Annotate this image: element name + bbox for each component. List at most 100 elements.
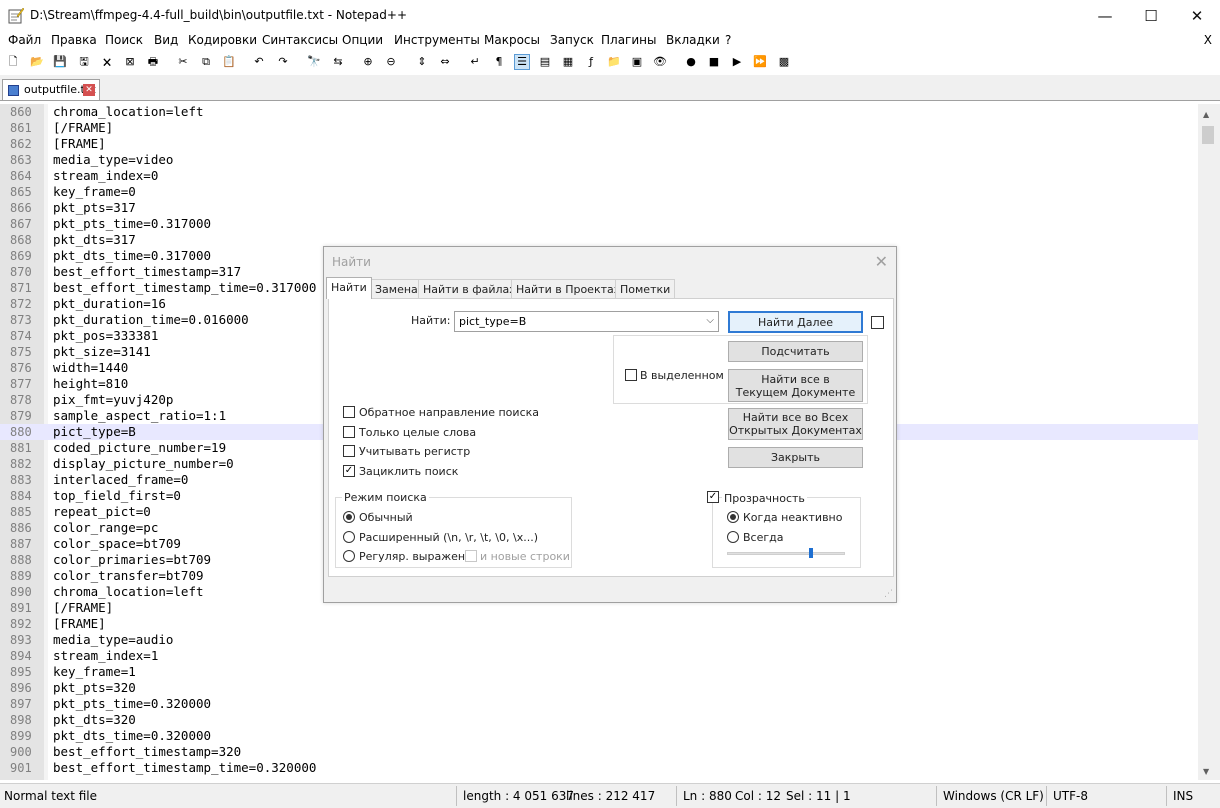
close-icon[interactable]: 🗙 — [99, 54, 115, 70]
run-multiple-macro-icon[interactable]: ⏩ — [752, 54, 768, 70]
udl-icon[interactable]: ▤ — [537, 54, 553, 70]
editor-line[interactable]: 866 pkt_pts=317 — [0, 200, 1198, 216]
editor-line[interactable]: 892 [FRAME] — [0, 616, 1198, 632]
scroll-up-icon[interactable]: ▲ — [1203, 110, 1209, 119]
editor-line[interactable]: 897 pkt_pts_time=0.320000 — [0, 696, 1198, 712]
scroll-thumb[interactable] — [1202, 126, 1214, 144]
word-wrap-icon[interactable]: ↵ — [467, 54, 483, 70]
transparency-losing-focus-radio[interactable] — [727, 511, 739, 523]
menu-settings[interactable]: Опции — [342, 33, 383, 47]
menu-run[interactable]: Запуск — [550, 33, 594, 47]
find-next-button[interactable]: Найти Далее — [728, 311, 863, 333]
menu-tools[interactable]: Инструменты — [394, 33, 480, 47]
zoom-in-icon[interactable]: ⊕ — [360, 54, 376, 70]
zoom-out-icon[interactable]: ⊖ — [383, 54, 399, 70]
dialog-close-icon[interactable]: ✕ — [875, 252, 888, 271]
folder-workspace-icon[interactable]: 📁 — [606, 54, 622, 70]
resize-grip-icon[interactable]: ⋰ — [884, 589, 893, 599]
indent-guide-icon[interactable]: ☰ — [514, 54, 530, 70]
open-file-icon[interactable]: 📂 — [29, 54, 45, 70]
menu-search[interactable]: Поиск — [105, 33, 143, 47]
tab-replace[interactable]: Замена — [370, 279, 423, 298]
editor-line[interactable]: 893 media_type=audio — [0, 632, 1198, 648]
mode-extended-radio[interactable] — [343, 531, 355, 543]
menu-window[interactable]: Вкладки — [666, 33, 720, 47]
minimize-button[interactable]: — — [1082, 0, 1128, 31]
stop-record-icon[interactable]: ■ — [706, 54, 722, 70]
tab-find-in-files[interactable]: Найти в файлах — [418, 279, 521, 298]
find-input[interactable]: pict_type=B ⌵ — [454, 311, 719, 332]
redo-icon[interactable]: ↷ — [275, 54, 291, 70]
menu-view[interactable]: Вид — [154, 33, 178, 47]
direction-checkbox[interactable] — [871, 316, 884, 329]
menu-file[interactable]: Файл — [8, 33, 41, 47]
menu-macro[interactable]: Макросы — [484, 33, 540, 47]
function-list-icon[interactable]: ƒ — [583, 54, 599, 70]
transparency-checkbox[interactable]: ✓ — [707, 491, 719, 503]
show-all-chars-icon[interactable]: ¶ — [491, 54, 507, 70]
record-macro-icon[interactable]: ● — [683, 54, 699, 70]
undo-icon[interactable]: ↶ — [251, 54, 267, 70]
transparency-always-radio[interactable] — [727, 531, 739, 543]
editor-line[interactable]: 895 key_frame=1 — [0, 664, 1198, 680]
menu-edit[interactable]: Правка — [51, 33, 97, 47]
wrap-around-checkbox[interactable]: ✓ — [343, 465, 355, 477]
transparency-slider-track[interactable] — [727, 552, 845, 555]
save-all-icon[interactable]: 🖫 — [76, 54, 92, 70]
save-macro-icon[interactable]: ▩ — [776, 54, 792, 70]
close-all-icon[interactable]: ⊠ — [122, 54, 138, 70]
tab-find[interactable]: Найти — [326, 277, 372, 299]
in-selection-checkbox[interactable] — [625, 369, 637, 381]
editor-line[interactable]: 861 [/FRAME] — [0, 120, 1198, 136]
sync-vertical-icon[interactable]: ⇕ — [414, 54, 430, 70]
count-button[interactable]: Подсчитать — [728, 341, 863, 362]
backward-checkbox[interactable] — [343, 406, 355, 418]
copy-icon[interactable]: ⧉ — [198, 54, 214, 70]
dot-newline-checkbox[interactable] — [465, 550, 477, 562]
close-document-button[interactable]: X — [1204, 33, 1212, 47]
vertical-scrollbar[interactable]: ▲ ▼ — [1198, 104, 1220, 780]
tab-outputfile[interactable]: outputfile.txt ✕ — [2, 79, 100, 100]
tab-mark[interactable]: Пометки — [615, 279, 676, 298]
menu-encoding[interactable]: Кодировки — [188, 33, 257, 47]
window-close-button[interactable]: ✕ — [1174, 0, 1220, 31]
new-file-icon[interactable]: 🗋 — [5, 54, 21, 70]
find-all-open-button[interactable]: Найти все во Всех Открытых Документах — [728, 408, 863, 440]
scroll-down-icon[interactable]: ▼ — [1203, 767, 1209, 776]
transparency-slider-thumb[interactable] — [809, 548, 813, 558]
replace-icon[interactable]: ⇆ — [330, 54, 346, 70]
find-icon[interactable]: 🔭 — [306, 54, 322, 70]
editor-line[interactable]: 898 pkt_dts=320 — [0, 712, 1198, 728]
editor-line[interactable]: 901 best_effort_timestamp_time=0.320000 — [0, 760, 1198, 776]
menu-language[interactable]: Синтаксисы — [262, 33, 338, 47]
menu-help[interactable]: ? — [725, 33, 731, 47]
editor-line[interactable]: 900 best_effort_timestamp=320 — [0, 744, 1198, 760]
paste-icon[interactable]: 📋 — [221, 54, 237, 70]
editor-line[interactable]: 864 stream_index=0 — [0, 168, 1198, 184]
find-all-current-button[interactable]: Найти все в Текущем Документе — [728, 369, 863, 402]
close-button[interactable]: Закрыть — [728, 447, 863, 468]
match-case-checkbox[interactable] — [343, 445, 355, 457]
editor-line[interactable]: 867 pkt_pts_time=0.317000 — [0, 216, 1198, 232]
document-list-icon[interactable]: ▣ — [629, 54, 645, 70]
save-icon[interactable]: 💾 — [52, 54, 68, 70]
editor-line[interactable]: 896 pkt_pts=320 — [0, 680, 1198, 696]
editor-line[interactable]: 863 media_type=video — [0, 152, 1198, 168]
editor-line[interactable]: 899 pkt_dts_time=0.320000 — [0, 728, 1198, 744]
editor-line[interactable]: 862 [FRAME] — [0, 136, 1198, 152]
editor-line[interactable]: 860 chroma_location=left — [0, 104, 1198, 120]
editor-line[interactable]: 894 stream_index=1 — [0, 648, 1198, 664]
maximize-button[interactable]: ☐ — [1128, 0, 1174, 31]
sync-horizontal-icon[interactable]: ⇔ — [437, 54, 453, 70]
tab-find-in-projects[interactable]: Найти в Проектах — [511, 279, 626, 298]
chevron-down-icon[interactable]: ⌵ — [706, 315, 714, 326]
print-icon[interactable]: 🖶 — [145, 54, 161, 70]
doc-map-icon[interactable]: ▦ — [560, 54, 576, 70]
mode-regex-radio[interactable] — [343, 550, 355, 562]
editor-line[interactable]: 865 key_frame=0 — [0, 184, 1198, 200]
play-macro-icon[interactable]: ▶ — [729, 54, 745, 70]
tab-close-icon[interactable]: ✕ — [83, 84, 95, 96]
cut-icon[interactable]: ✂ — [175, 54, 191, 70]
mode-normal-radio[interactable] — [343, 511, 355, 523]
monitoring-icon[interactable]: 👁 — [652, 54, 668, 70]
